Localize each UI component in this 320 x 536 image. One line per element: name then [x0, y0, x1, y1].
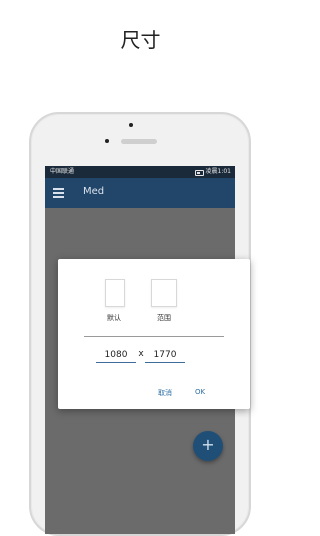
height-field[interactable]: 1770 [145, 348, 185, 363]
option-default-box[interactable] [105, 279, 125, 307]
divider [84, 336, 224, 337]
app-bar: Med [45, 178, 235, 208]
size-dialog: 默认 范围 1080 x 1770 取消 OK [58, 259, 250, 409]
app-title: Med [83, 186, 105, 197]
option-range-label: 范围 [157, 314, 171, 322]
cancel-button[interactable]: 取消 [158, 388, 172, 398]
option-range-box[interactable] [151, 279, 177, 307]
status-bar: 中国联通 凌晨1:01 [45, 166, 235, 178]
earpiece [121, 139, 157, 144]
ok-button[interactable]: OK [195, 388, 205, 396]
speaker-dot [129, 123, 133, 127]
option-range[interactable]: 范围 [151, 279, 177, 323]
front-camera [105, 139, 109, 143]
option-default[interactable]: 默认 [103, 279, 125, 323]
size-row: 1080 x 1770 [96, 348, 216, 364]
option-default-label: 默认 [107, 314, 121, 322]
battery-icon [194, 170, 204, 176]
page-heading: 尺寸 [120, 28, 161, 52]
add-fab-button[interactable]: + [193, 431, 223, 461]
times-separator: x [138, 349, 144, 359]
carrier-label: 中国联通 [50, 168, 75, 175]
plus-icon: + [201, 435, 215, 454]
menu-icon[interactable] [53, 188, 64, 198]
width-field[interactable]: 1080 [96, 348, 136, 363]
status-time: 凌晨1:01 [205, 168, 231, 175]
status-right: 凌晨1:01 [194, 166, 231, 178]
